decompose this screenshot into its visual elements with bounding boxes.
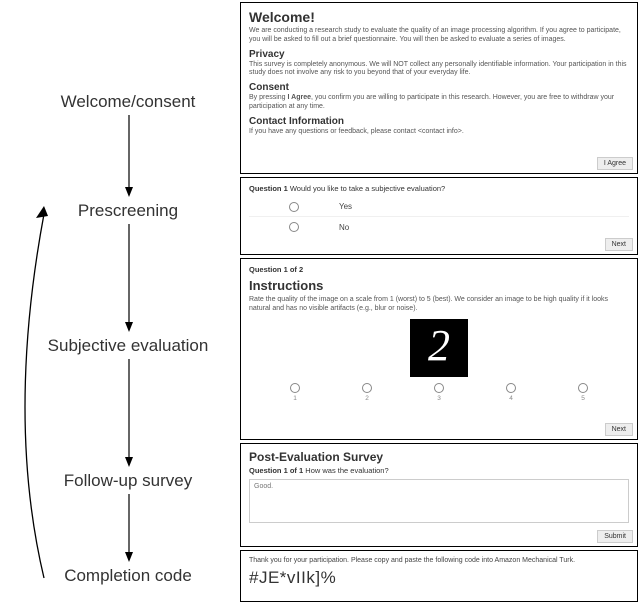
scale-item-4[interactable]: 4 [506,383,516,402]
post-survey-panel: Post-Evaluation Survey Question 1 of 1 H… [240,443,638,547]
consent-bold: I Agree [288,94,311,101]
contact-text: If you have any questions or feedback, p… [249,128,629,137]
arrow-icon [123,494,135,562]
completion-panel: Thank you for your participation. Please… [240,550,638,602]
consent-heading: Consent [249,82,629,93]
scale-num: 4 [509,395,513,402]
evaluation-panel: Question 1 of 2 Instructions Rate the qu… [240,258,638,440]
loop-arrow-icon [0,198,60,588]
question-label: Question 1 of 1 [249,466,303,475]
radio-icon[interactable] [506,383,516,393]
welcome-panel: Welcome! We are conducting a research st… [240,2,638,174]
scale-num: 2 [365,395,369,402]
feedback-textarea[interactable]: Good. [249,479,629,523]
instructions-heading: Instructions [249,278,629,293]
radio-icon[interactable] [578,383,588,393]
scale-item-2[interactable]: 2 [362,383,372,402]
next-button[interactable]: Next [605,238,633,251]
instructions-text: Rate the quality of the image on a scale… [249,296,629,314]
post-question: Question 1 of 1 How was the evaluation? [249,466,629,475]
option-row-no[interactable]: No [249,217,629,237]
question-text: How was the evaluation? [303,466,388,475]
option-label-yes: Yes [339,202,352,211]
radio-icon[interactable] [289,222,299,232]
scale-num: 1 [293,395,297,402]
completion-code: #JE*vIIk]% [249,568,629,588]
prescreen-question: Question 1 Would you like to take a subj… [249,184,629,193]
scale-item-3[interactable]: 3 [434,383,444,402]
scale-num: 3 [437,395,441,402]
post-title: Post-Evaluation Survey [249,450,629,464]
eval-counter: Question 1 of 2 [249,265,629,274]
privacy-text: This survey is completely anonymous. We … [249,61,629,79]
next-button[interactable]: Next [605,423,633,436]
panels-column: Welcome! We are conducting a research st… [240,0,640,606]
welcome-title: Welcome! [249,9,629,25]
agree-button[interactable]: I Agree [597,157,633,170]
consent-text: By pressing I Agree, you confirm you are… [249,94,629,112]
scale-item-5[interactable]: 5 [578,383,588,402]
privacy-heading: Privacy [249,49,629,60]
option-row-yes[interactable]: Yes [249,197,629,217]
radio-icon[interactable] [290,383,300,393]
thanks-text: Thank you for your participation. Please… [249,557,629,564]
question-label: Question 1 [249,184,288,193]
flow-label-welcome: Welcome/consent [28,92,228,112]
arrow-icon [123,115,135,197]
rating-scale: 1 2 3 4 5 [249,383,629,416]
scale-item-1[interactable]: 1 [290,383,300,402]
scale-num: 5 [581,395,585,402]
submit-button[interactable]: Submit [597,530,633,543]
welcome-intro: We are conducting a research study to ev… [249,27,629,45]
radio-icon[interactable] [362,383,372,393]
radio-icon[interactable] [289,202,299,212]
option-label-no: No [339,223,349,232]
contact-heading: Contact Information [249,116,629,127]
consent-pre: By pressing [249,94,288,101]
arrow-icon [123,224,135,332]
flow-column: Welcome/consent Prescreening Subjective … [0,0,240,606]
arrow-icon [123,359,135,467]
digit-glyph: 2 [428,320,450,371]
question-text: Would you like to take a subjective eval… [288,184,445,193]
eval-counter-text: Question 1 of 2 [249,265,303,274]
image-preview: 2 [410,319,468,377]
prescreen-panel: Question 1 Would you like to take a subj… [240,177,638,255]
radio-icon[interactable] [434,383,444,393]
